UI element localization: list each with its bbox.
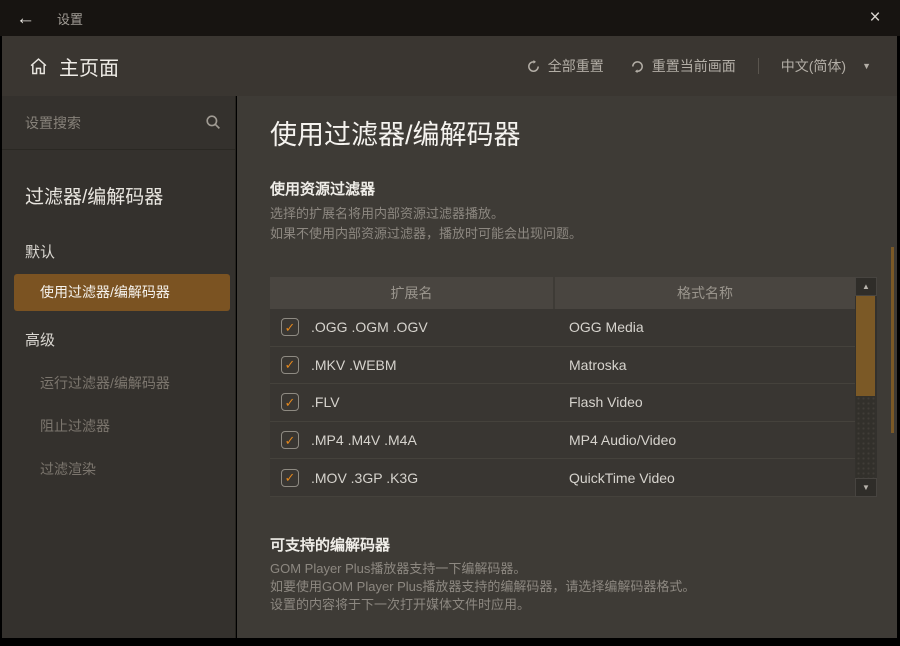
home-nav[interactable]: 主页面 — [28, 52, 119, 81]
home-icon — [28, 56, 49, 77]
check-icon: ✓ — [285, 434, 296, 447]
extension-cell: .OGG .OGM .OGV — [311, 319, 428, 335]
content-panel: 使用过滤器/编解码器 使用资源过滤器 选择的扩展名将用内部资源过滤器播放。 如果… — [237, 96, 897, 638]
sidebar-item-run-filters-codecs[interactable]: 运行过滤器/编解码器 — [2, 373, 235, 393]
description-line: 选择的扩展名将用内部资源过滤器播放。 — [270, 204, 582, 224]
check-icon: ✓ — [285, 321, 296, 334]
check-icon: ✓ — [285, 358, 296, 371]
table-row[interactable]: ✓ .MP4 .M4V .M4A MP4 Audio/Video — [270, 422, 855, 460]
reset-all-icon — [526, 59, 548, 74]
settings-window: ← 设置 × 主页面 全部重置 — [0, 0, 900, 646]
column-header-format: 格式名称 — [555, 277, 855, 309]
description-line: 如要使用GOM Player Plus播放器支持的编解码器，请选择编解码器格式。 — [270, 578, 695, 596]
scroll-up-button[interactable]: ▲ — [855, 277, 877, 296]
scroll-down-button[interactable]: ▼ — [855, 478, 877, 497]
section1-description: 选择的扩展名将用内部资源过滤器播放。 如果不使用内部资源过滤器，播放时可能会出现… — [270, 204, 582, 244]
section2-heading: 可支持的编解码器 — [270, 534, 390, 555]
close-button[interactable]: × — [864, 7, 886, 29]
table-header: 扩展名 格式名称 — [270, 277, 877, 309]
header-bar: 主页面 全部重置 重置当前画面 — [2, 36, 897, 96]
format-cell: Matroska — [553, 357, 627, 373]
sidebar: 过滤器/编解码器 默认 使用过滤器/编解码器 高级 运行过滤器/编解码器 阻止过… — [2, 96, 236, 638]
extension-cell: .MKV .WEBM — [311, 357, 397, 373]
row-checkbox[interactable]: ✓ — [281, 393, 299, 411]
section1-heading: 使用资源过滤器 — [270, 178, 375, 199]
section2-description: GOM Player Plus播放器支持一下编解码器。 如要使用GOM Play… — [270, 560, 695, 614]
sidebar-group-default: 默认 — [25, 241, 235, 262]
page-scrollbar-thumb[interactable] — [891, 247, 894, 433]
format-cell: QuickTime Video — [553, 470, 675, 486]
format-cell: Flash Video — [553, 394, 643, 410]
sidebar-item-block-filters[interactable]: 阻止过滤器 — [2, 416, 235, 436]
row-checkbox[interactable]: ✓ — [281, 431, 299, 449]
description-line: GOM Player Plus播放器支持一下编解码器。 — [270, 560, 695, 578]
reset-current-label: 重置当前画面 — [652, 56, 736, 76]
description-line: 如果不使用内部资源过滤器，播放时可能会出现问题。 — [270, 224, 582, 244]
table-scrollbar: ▲ ▼ — [855, 277, 877, 497]
sidebar-item-filter-rendering[interactable]: 过滤渲染 — [2, 459, 235, 479]
table-row[interactable]: ✓ .MOV .3GP .K3G QuickTime Video — [270, 459, 855, 497]
extension-cell: .MP4 .M4V .M4A — [311, 432, 417, 448]
description-line: 设置的内容将于下一次打开媒体文件时应用。 — [270, 596, 695, 614]
back-button[interactable]: ← — [16, 9, 35, 28]
language-dropdown[interactable]: 中文(简体) ▼ — [781, 56, 871, 76]
reset-all-button[interactable]: 全部重置 — [526, 56, 604, 76]
column-header-extension: 扩展名 — [270, 277, 553, 309]
titlebar: ← 设置 × — [0, 0, 900, 36]
row-checkbox[interactable]: ✓ — [281, 318, 299, 336]
scrollbar-thumb[interactable] — [856, 296, 875, 396]
row-checkbox[interactable]: ✓ — [281, 356, 299, 374]
reset-current-icon — [630, 59, 652, 74]
page-title: 使用过滤器/编解码器 — [270, 113, 521, 152]
scrollbar-track[interactable] — [856, 396, 875, 478]
sidebar-item-use-filters-codecs[interactable]: 使用过滤器/编解码器 — [14, 274, 230, 311]
check-icon: ✓ — [285, 396, 296, 409]
table-row[interactable]: ✓ .OGG .OGM .OGV OGG Media — [270, 309, 855, 347]
search-row — [2, 96, 235, 150]
format-cell: OGG Media — [553, 319, 644, 335]
reset-all-label: 全部重置 — [548, 56, 604, 76]
extension-cell: .FLV — [311, 394, 340, 410]
header-actions: 全部重置 重置当前画面 中文(简体) ▼ — [526, 56, 871, 76]
filters-table: 扩展名 格式名称 ✓ .OGG .OGM .OGV OGG Media ✓ .M… — [270, 277, 877, 497]
extension-cell: .MOV .3GP .K3G — [311, 470, 418, 486]
caret-down-icon: ▼ — [862, 61, 871, 71]
table-row[interactable]: ✓ .MKV .WEBM Matroska — [270, 347, 855, 385]
search-icon[interactable] — [204, 113, 222, 136]
check-icon: ✓ — [285, 471, 296, 484]
reset-current-button[interactable]: 重置当前画面 — [630, 56, 736, 76]
language-value: 中文(简体) — [781, 56, 846, 76]
search-input[interactable] — [2, 96, 235, 149]
row-checkbox[interactable]: ✓ — [281, 469, 299, 487]
sidebar-group-advanced: 高级 — [25, 329, 235, 350]
header-divider — [758, 58, 759, 74]
table-row[interactable]: ✓ .FLV Flash Video — [270, 384, 855, 422]
sidebar-section-title: 过滤器/编解码器 — [25, 182, 235, 209]
format-cell: MP4 Audio/Video — [553, 432, 676, 448]
table-body: ✓ .OGG .OGM .OGV OGG Media ✓ .MKV .WEBM … — [270, 309, 855, 497]
window-title: 设置 — [57, 9, 83, 28]
home-label: 主页面 — [59, 52, 119, 81]
